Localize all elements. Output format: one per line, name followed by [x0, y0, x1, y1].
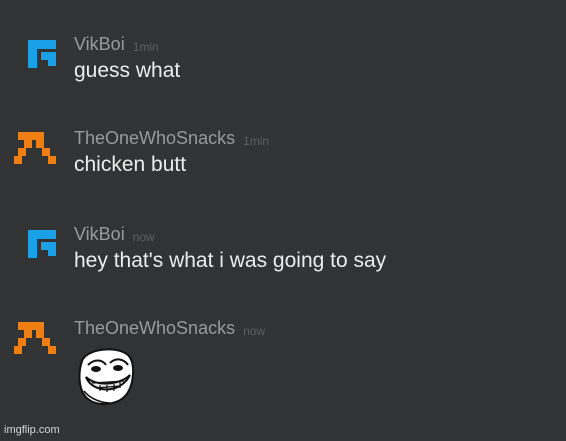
trollface-emoji-icon: [76, 345, 136, 407]
username-label[interactable]: TheOneWhoSnacks: [74, 128, 235, 148]
watermark: imgflip.com: [4, 424, 60, 436]
blue-pixel-avatar-icon[interactable]: [24, 38, 70, 78]
timestamp: 1min: [243, 134, 270, 148]
message-text: guess what: [74, 59, 181, 82]
username[interactable]: TheOneWhoSnacks now: [74, 318, 265, 339]
username-label[interactable]: TheOneWhoSnacks: [74, 318, 235, 338]
timestamp: 1min: [132, 40, 159, 54]
blue-pixel-avatar-icon[interactable]: [24, 228, 70, 268]
timestamp: now: [132, 230, 155, 244]
username[interactable]: TheOneWhoSnacks 1min: [74, 128, 269, 149]
chat-window: VikBoi 1min guess what TheOneWhoSnacks 1mi…: [0, 0, 566, 441]
timestamp: now: [243, 324, 266, 338]
username-label[interactable]: VikBoi: [74, 224, 125, 244]
orange-chevron-avatar-icon[interactable]: [14, 322, 60, 362]
message-text: chicken butt: [74, 153, 187, 176]
username[interactable]: VikBoi now: [74, 224, 155, 245]
username-label[interactable]: VikBoi: [74, 34, 125, 54]
username[interactable]: VikBoi 1min: [74, 34, 159, 55]
orange-chevron-avatar-icon[interactable]: [14, 132, 60, 172]
message-text: hey that's what i was going to say: [74, 249, 387, 272]
